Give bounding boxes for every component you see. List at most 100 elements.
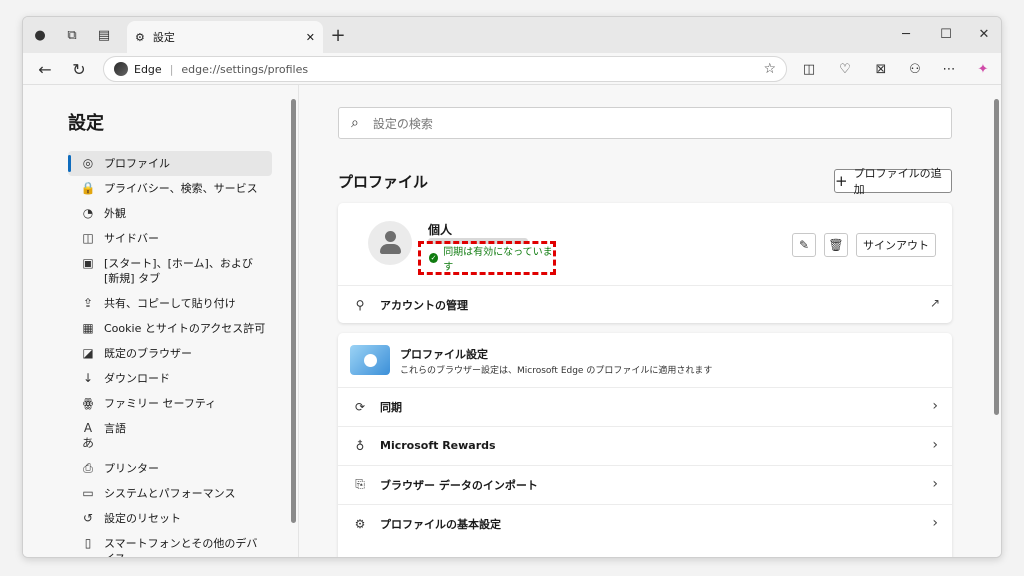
address-bar[interactable]: Edge | edge://settings/profiles ☆ [103, 56, 787, 82]
sidebar-item-reset[interactable]: ↺ 設定のリセット [68, 506, 272, 531]
sidebar-item-label: 言語 [104, 422, 126, 435]
sidebar-item-download[interactable]: ↓ ダウンロード [68, 366, 272, 391]
more-menu-icon[interactable]: ⋯ [937, 57, 961, 81]
chevron-right-icon: › [932, 398, 938, 414]
settings-content: 設定 ◎ プロファイル 🔒 プライバシー、検索、サービス ◔ 外観 ◫ サイドバー ▣ [スタート… [23, 85, 1001, 557]
sidebar-item-system[interactable]: ▭ システムとパフォーマンス [68, 481, 272, 506]
screenshot-icon[interactable]: ⊠ [869, 57, 893, 81]
profile-settings-illustration-icon [350, 345, 390, 375]
edit-profile-button[interactable]: ✎ [792, 233, 816, 257]
search-icon: ⌕ [351, 115, 359, 131]
sidebar-item-appearance[interactable]: ◔ 外観 [68, 201, 272, 226]
extensions-icon[interactable]: ⚇ [903, 57, 927, 81]
delete-profile-button[interactable]: 🗑 [824, 233, 848, 257]
pencil-icon: ✎ [798, 238, 810, 252]
profile-avatar-icon[interactable]: ● [29, 24, 51, 46]
sidebar-item-sidebar[interactable]: ◫ サイドバー [68, 226, 272, 251]
profile-settings-title: プロファイル設定 [400, 348, 488, 361]
workspaces-icon[interactable]: ⧉ [61, 24, 83, 46]
settings-row-label: ブラウザー データのインポート [380, 478, 538, 492]
tab-actions-icon[interactable]: ▤ [93, 24, 115, 46]
settings-row-profile-preferences[interactable]: ⚙ プロファイルの基本設定 › [338, 504, 952, 543]
sidebar-item-label: ファミリー セーフティ [104, 397, 217, 410]
sidebar-item-label: スマートフォンとその他のデバイス [104, 537, 258, 557]
main-scrollbar[interactable] [994, 99, 999, 415]
sidebar-item-home-tab[interactable]: ▣ [スタート]、[ホーム]、および [新規] タブ [68, 251, 272, 291]
language-icon: Aあ [81, 421, 94, 450]
split-screen-icon[interactable]: ◫ [797, 57, 821, 81]
sidebar-item-label: [スタート]、[ホーム]、および [新規] タブ [104, 257, 253, 285]
sidebar-item-label: 既定のブラウザー [104, 347, 192, 360]
settings-search-input[interactable]: ⌕ 設定の検索 [338, 107, 952, 139]
page-title: プロファイル [338, 173, 429, 191]
sidebar-item-label: プライバシー、検索、サービス [104, 182, 258, 195]
default-browser-icon: ◪ [82, 346, 94, 360]
add-profile-button[interactable]: + プロファイルの追加 [834, 167, 952, 196]
address-bar-area: ← ↻ Edge | edge://settings/profiles ☆ ◫ … [23, 53, 1001, 85]
sidebar-item-profile[interactable]: ◎ プロファイル [68, 151, 272, 176]
sidebar-item-share[interactable]: ⇪ 共有、コピーして貼り付け [68, 291, 272, 316]
sidebar-list: ◎ プロファイル 🔒 プライバシー、検索、サービス ◔ 外観 ◫ サイドバー ▣ [スタート]、[… [68, 151, 272, 557]
sidebar-item-family[interactable]: ꙮ ファミリー セーフティ [68, 391, 272, 416]
copilot-icon[interactable]: ✦ [971, 57, 995, 81]
sidebar-item-label: 設定のリセット [104, 512, 181, 525]
profile-settings-subtitle: これらのブラウザー設定は、Microsoft Edge のプロファイルに適用され… [400, 366, 713, 376]
system-icon: ▭ [82, 486, 94, 500]
settings-row-import[interactable]: ⎘ ブラウザー データのインポート › [338, 465, 952, 504]
manage-account-row[interactable]: ⚲ アカウントの管理 ↗ [338, 285, 952, 324]
manage-account-label: アカウントの管理 [380, 298, 468, 312]
browser-window: ● ⧉ ▤ ⚙ 設定 ✕ + ─ ☐ ✕ ← ↻ Edge | edge://s… [22, 16, 1002, 558]
signout-button[interactable]: サインアウト [856, 233, 936, 257]
gear-icon: ⚙ [135, 30, 145, 44]
sidebar-item-printer[interactable]: ⎙ プリンター [68, 456, 272, 481]
avatar [368, 221, 412, 265]
sidebar-item-cookie[interactable]: ▦ Cookie とサイトのアクセス許可 [68, 316, 272, 341]
settings-row-label: Microsoft Rewards [380, 439, 496, 452]
add-profile-label: プロファイルの追加 [853, 167, 942, 196]
printer-icon: ⎙ [83, 461, 93, 475]
profile-card: 個人 ✓ 同期は有効になっています ✎ 🗑 サインアウト ⚲ アカウントの管理 … [338, 203, 952, 323]
profile-settings-card: プロファイル設定 これらのブラウザー設定は、Microsoft Edge のプロ… [338, 333, 952, 557]
close-button[interactable]: ✕ [971, 23, 997, 45]
site-label: Edge [134, 62, 162, 76]
refresh-button[interactable]: ↻ [67, 57, 91, 81]
search-placeholder: 設定の検索 [372, 116, 433, 131]
sidebar-item-lock[interactable]: 🔒 プライバシー、検索、サービス [68, 176, 272, 201]
reset-icon: ↺ [82, 511, 94, 525]
back-button[interactable]: ← [33, 57, 57, 81]
settings-row-sync[interactable]: ⟳ 同期 › [338, 387, 952, 426]
sidebar-item-label: Cookie とサイトのアクセス許可 [104, 322, 266, 335]
sync-status-badge: ✓ 同期は有効になっています [418, 241, 556, 275]
sidebar-item-label: ダウンロード [104, 372, 170, 385]
sidebar-item-label: システムとパフォーマンス [104, 487, 236, 500]
maximize-button[interactable]: ☐ [933, 23, 959, 45]
chevron-right-icon: › [932, 515, 938, 531]
main-panel: ⌕ 設定の検索 プロファイル + プロファイルの追加 個人 ✓ 同期は有効になっ… [300, 85, 1001, 557]
chevron-right-icon: › [932, 476, 938, 492]
external-link-icon: ↗ [929, 296, 940, 310]
sidebar-item-label: サイドバー [104, 232, 159, 245]
new-tab-button[interactable]: + [327, 24, 349, 46]
url-text: edge://settings/profiles [181, 62, 309, 76]
tab-close-icon[interactable]: ✕ [306, 31, 315, 44]
person-icon: ⚲ [355, 297, 365, 312]
phone-icon: ▯ [84, 536, 92, 550]
sidebar-item-default-browser[interactable]: ◪ 既定のブラウザー [68, 341, 272, 366]
sidebar-scrollbar[interactable] [291, 99, 296, 523]
tab-settings[interactable]: ⚙ 設定 ✕ [127, 21, 323, 53]
settings-row-rewards[interactable]: ♁ Microsoft Rewards › [338, 426, 952, 465]
minimize-button[interactable]: ─ [893, 23, 919, 45]
appearance-icon: ◔ [82, 206, 94, 220]
lock-icon: 🔒 [80, 181, 96, 195]
trash-icon: 🗑 [828, 238, 844, 252]
sidebar-item-phone[interactable]: ▯ スマートフォンとその他のデバイス [68, 531, 272, 557]
edge-logo-icon [114, 62, 128, 76]
profile-name: 個人 [428, 223, 453, 237]
favorite-star-icon[interactable]: ☆ [763, 61, 776, 77]
favorites-icon[interactable]: ♡ [833, 57, 857, 81]
sidebar-item-label: プロファイル [104, 157, 170, 170]
settings-row-label: 同期 [380, 400, 402, 414]
share-icon: ⇪ [82, 296, 94, 310]
sidebar-item-language[interactable]: Aあ 言語 [68, 416, 272, 456]
sidebar-item-label: 外観 [104, 207, 126, 220]
